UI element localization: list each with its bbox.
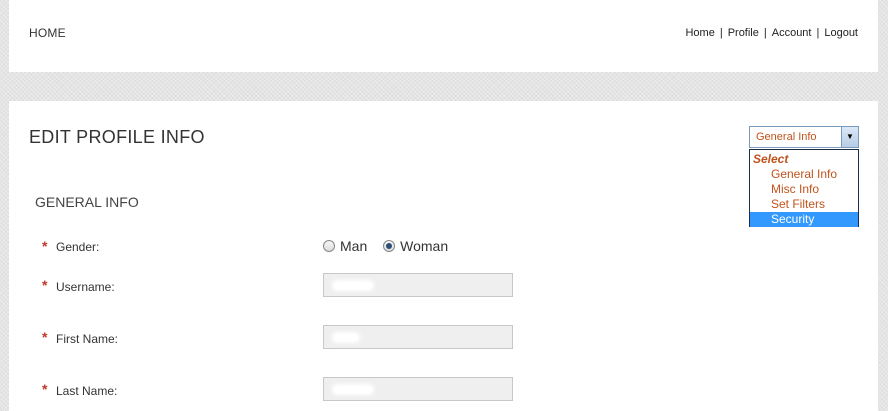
last-name-input[interactable] bbox=[323, 377, 513, 401]
dropdown-option-security[interactable]: Security bbox=[750, 212, 858, 227]
required-marker: * bbox=[42, 381, 48, 397]
nav-separator: | bbox=[763, 27, 767, 39]
page-title: EDIT PROFILE INFO bbox=[29, 127, 205, 147]
radio-man[interactable] bbox=[323, 240, 335, 252]
nav-separator: | bbox=[719, 27, 723, 39]
nav-home-link[interactable]: Home bbox=[685, 27, 714, 39]
brand-home[interactable]: HOME bbox=[29, 26, 66, 40]
chevron-down-icon[interactable]: ▼ bbox=[841, 127, 858, 147]
nav-logout-link[interactable]: Logout bbox=[824, 27, 858, 39]
username-input[interactable] bbox=[323, 273, 513, 297]
top-nav: Home | Profile | Account | Logout bbox=[685, 27, 858, 39]
section-title: GENERAL INFO bbox=[35, 194, 139, 210]
section-select[interactable]: General Info ▼ bbox=[749, 126, 859, 148]
section-select-value: General Info bbox=[756, 131, 817, 143]
nav-profile-link[interactable]: Profile bbox=[728, 27, 759, 39]
last-name-label: Last Name: bbox=[56, 384, 118, 398]
username-row: * Username: bbox=[9, 273, 609, 297]
section-select-dropdown: Select General Info Misc Info Set Filter… bbox=[749, 149, 859, 227]
gender-label: Gender: bbox=[56, 240, 100, 254]
required-marker: * bbox=[42, 238, 48, 254]
top-header: HOME Home | Profile | Account | Logout bbox=[9, 0, 878, 72]
first-name-row: * First Name: bbox=[9, 325, 609, 349]
edit-profile-panel: EDIT PROFILE INFO General Info ▼ Select … bbox=[9, 101, 878, 411]
last-name-row: * Last Name: bbox=[9, 377, 609, 401]
nav-separator: | bbox=[816, 27, 820, 39]
dropdown-option-general-info[interactable]: General Info bbox=[750, 167, 858, 182]
radio-man-label[interactable]: Man bbox=[340, 238, 367, 254]
required-marker: * bbox=[42, 329, 48, 345]
first-name-input[interactable] bbox=[323, 325, 513, 349]
first-name-label: First Name: bbox=[56, 332, 119, 346]
nav-account-link[interactable]: Account bbox=[772, 27, 812, 39]
required-marker: * bbox=[42, 277, 48, 293]
gender-row: * Gender: Man Woman bbox=[9, 238, 609, 262]
redacted-value bbox=[334, 386, 372, 393]
gender-radio-group: Man Woman bbox=[323, 238, 460, 254]
username-label: Username: bbox=[56, 280, 115, 294]
dropdown-group-label: Select bbox=[753, 152, 789, 166]
radio-woman[interactable] bbox=[383, 240, 396, 252]
redacted-value bbox=[334, 282, 372, 289]
dropdown-option-misc-info[interactable]: Misc Info bbox=[750, 182, 858, 197]
dropdown-option-set-filters[interactable]: Set Filters bbox=[750, 197, 858, 212]
radio-woman-label[interactable]: Woman bbox=[400, 238, 448, 254]
redacted-value bbox=[334, 334, 358, 341]
